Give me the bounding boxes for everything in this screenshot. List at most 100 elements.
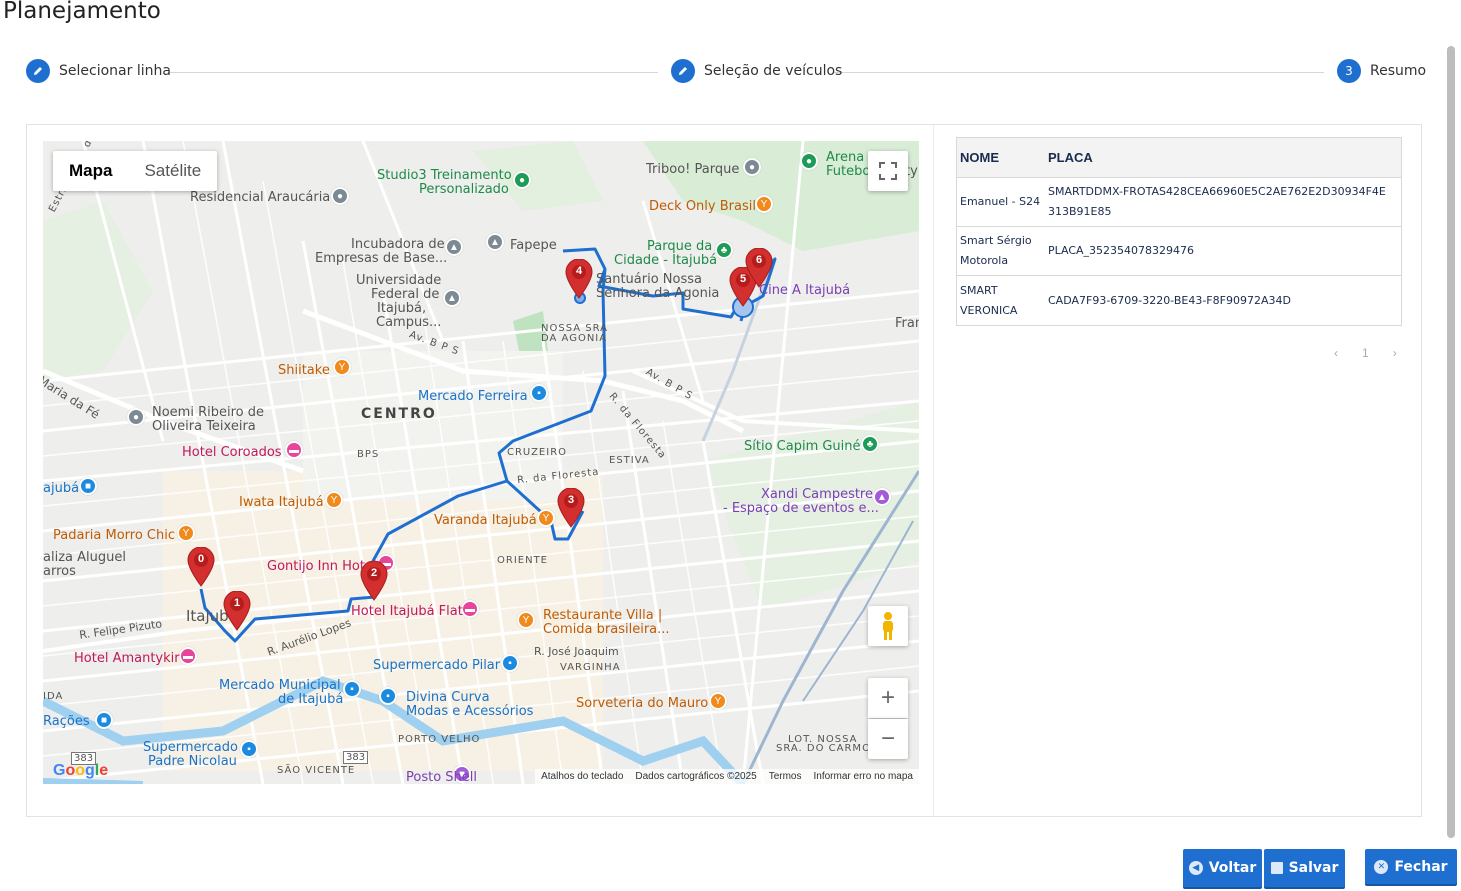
route-stop-marker[interactable]: 0: [187, 546, 215, 587]
route-stop-marker[interactable]: 1: [223, 590, 251, 631]
zoom-in-button[interactable]: +: [868, 678, 908, 718]
street-view-pegman[interactable]: [868, 606, 908, 646]
park-icon: ♣: [861, 435, 879, 453]
restaurant-icon: Y: [709, 692, 727, 710]
map-label: BPS: [357, 449, 380, 460]
route-stop-marker[interactable]: 6: [745, 247, 773, 288]
table-row[interactable]: SMART VERONICA CADA7F93-6709-3220-BE43-F…: [957, 276, 1401, 325]
step-label: Seleção de veículos: [704, 63, 843, 79]
page-number[interactable]: 1: [1362, 346, 1369, 360]
report-error-link[interactable]: Informar erro no mapa: [814, 771, 914, 782]
marker-label: 3: [567, 494, 575, 506]
step-number: 3: [1337, 59, 1361, 83]
fullscreen-icon: [879, 162, 897, 180]
pegman-icon: [883, 612, 893, 640]
arrow-left-icon: ◀: [1188, 861, 1203, 875]
restaurant-icon: Y: [333, 358, 351, 376]
map-label: Supermercado Pilar: [373, 658, 501, 673]
map-label: Hotel Itajubá Flat: [351, 604, 463, 619]
route-stop-marker[interactable]: 4: [565, 258, 593, 299]
fullscreen-button[interactable]: [868, 151, 908, 191]
map-type-map-button[interactable]: Mapa: [53, 151, 128, 191]
chevron-right-icon[interactable]: ›: [1393, 346, 1397, 360]
back-button[interactable]: ◀ Voltar: [1183, 849, 1262, 887]
card-divider: [933, 125, 934, 816]
map-label: VARGINHA: [560, 662, 621, 673]
vehicles-table: NOME PLACA Emanuel - S24 SMARTDDMX-FROTA…: [956, 137, 1402, 326]
back-button-label: Voltar: [1208, 860, 1257, 876]
map-label: Xandi Campestre: [761, 487, 873, 502]
hotel-icon: ▬: [285, 441, 303, 459]
vehicle-plate: SMARTDDMX-FROTAS428CEA66960E5C2AE762E2D3…: [1048, 185, 1386, 218]
hotel-icon: ▬: [461, 600, 479, 618]
column-header-name: NOME: [960, 150, 999, 165]
map-label: Mercado Ferreira: [418, 389, 528, 404]
map-type-satellite-button[interactable]: Satélite: [128, 151, 217, 191]
chevron-left-icon[interactable]: ‹: [1334, 346, 1338, 360]
close-icon: ✕: [1374, 859, 1389, 874]
school-icon: ▲: [445, 238, 463, 256]
step-label: Selecionar linha: [59, 63, 171, 79]
step-summary[interactable]: 3 Resumo: [1337, 59, 1426, 83]
keyboard-shortcuts-link[interactable]: Atalhos do teclado: [541, 771, 623, 782]
map-label: ajubá: [43, 481, 80, 496]
restaurant-icon: Y: [325, 491, 343, 509]
location-pin-icon: ●: [800, 152, 818, 170]
map-label: Rações: [43, 714, 90, 729]
map-label: CRUZEIRO: [507, 447, 568, 458]
save-button[interactable]: Salvar: [1264, 849, 1345, 887]
map-label: Sorveteria do Mauro: [576, 696, 709, 711]
route-map[interactable]: ● ● ● ● Y ▲ ▲ ♣ ▲ Y ▪ ● ▬ ♣ ■ Y ▲ Y Y ▬ …: [43, 141, 919, 784]
step-label: Resumo: [1370, 63, 1427, 79]
close-button[interactable]: ✕ Fechar: [1365, 849, 1457, 884]
pencil-icon: [26, 59, 50, 83]
page-scrollbar[interactable]: [1447, 46, 1455, 838]
step-select-line[interactable]: Selecionar linha: [26, 59, 171, 83]
map-label: Oliveira Teixeira: [152, 419, 256, 434]
map-label: CENTRO: [361, 406, 437, 422]
table-row[interactable]: Smart Sérgio Motorola PLACA_352354078329…: [957, 227, 1401, 276]
table-row[interactable]: Emanuel - S24 SMARTDDMX-FROTAS428CEA6696…: [957, 178, 1401, 227]
step-connector: [170, 72, 658, 73]
shopping-cart-icon: ▪: [379, 687, 397, 705]
vehicle-name: Emanuel - S24: [960, 195, 1041, 208]
map-label: DA AGONIA: [541, 333, 608, 344]
zoom-out-button[interactable]: −: [868, 719, 908, 759]
tree-icon: ♣: [715, 241, 733, 259]
save-icon: [1270, 862, 1283, 874]
table-header: NOME PLACA: [957, 138, 1401, 178]
map-label: Arena |: [826, 150, 873, 165]
hotel-icon: ▬: [179, 647, 197, 665]
vehicle-plate: PLACA_352354078329476: [1048, 244, 1195, 257]
step-vehicle-selection[interactable]: Seleção de veículos: [671, 59, 842, 83]
save-button-label: Salvar: [1288, 860, 1339, 876]
route-stop-marker[interactable]: 3: [557, 487, 585, 528]
terms-link[interactable]: Termos: [769, 771, 802, 782]
map-label: Fran: [895, 316, 919, 331]
marker-label: 6: [755, 254, 763, 266]
stepper: Selecionar linha Seleção de veículos 3 R…: [26, 59, 1426, 85]
map-label: Noemi Ribeiro de: [152, 405, 264, 420]
map-label: SÃO VICENTE: [277, 765, 356, 776]
restaurant-icon: Y: [537, 509, 555, 527]
school-icon: ▲: [486, 233, 504, 251]
map-label: Modas e Acessórios: [406, 704, 534, 719]
shopping-cart-icon: ▪: [530, 384, 548, 402]
map-label: Sítio Capim Guiné: [744, 439, 861, 454]
road-shield: 383: [343, 751, 369, 764]
map-label: Posto Shell: [406, 770, 477, 784]
school-icon: ▲: [443, 289, 461, 307]
map-label: Restaurante Villa |: [543, 608, 663, 623]
marker-label: 1: [233, 597, 241, 609]
map-label: aliza Aluguel: [43, 550, 126, 565]
lock-icon: ■: [95, 711, 113, 729]
map-label: Varanda Itajubá: [434, 513, 537, 528]
route-stop-marker[interactable]: 2: [360, 560, 388, 601]
map-label: Itajubá,: [377, 301, 427, 316]
restaurant-icon: Y: [517, 611, 535, 629]
map-label: R. José Joaquim: [534, 645, 619, 658]
restaurant-icon: Y: [755, 195, 773, 213]
map-label: Futebo: [826, 164, 871, 179]
location-pin-icon: ●: [331, 187, 349, 205]
map-label: PORTO VELHO: [398, 734, 481, 745]
